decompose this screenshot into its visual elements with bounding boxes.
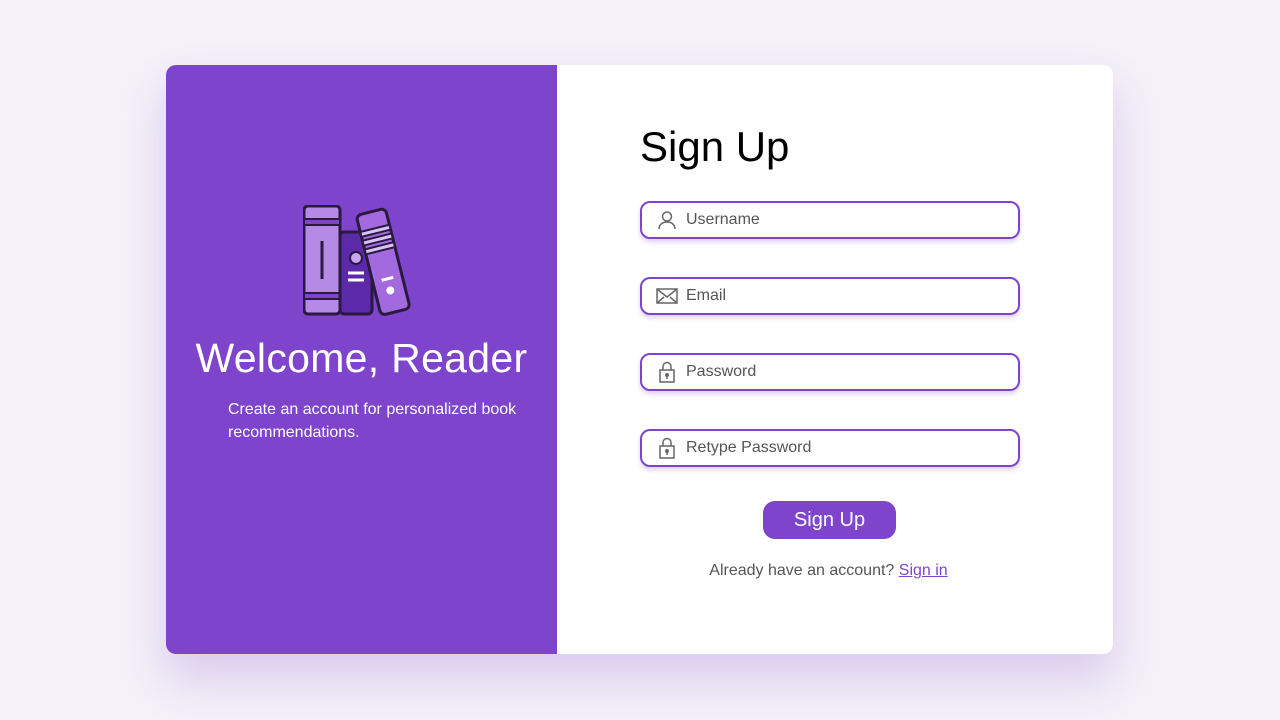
sign-in-link[interactable]: Sign in (899, 562, 948, 579)
form-title: Sign Up (640, 123, 790, 170)
signup-form-panel: Sign Up Username Email Sign Up Already h… (557, 65, 1113, 654)
username-input[interactable] (686, 211, 1006, 229)
signin-prompt-text: Already have an account? (709, 562, 895, 579)
retype-password-field[interactable] (640, 429, 1020, 467)
books-icon (303, 205, 411, 316)
email-input[interactable] (686, 287, 1006, 305)
user-icon (656, 209, 678, 231)
username-field[interactable] (640, 201, 1020, 239)
signin-prompt: Already have an account? Sign in (557, 562, 1100, 580)
welcome-subtitle: Create an account for personalized book … (228, 401, 517, 441)
retype-password-input[interactable] (686, 439, 1006, 457)
password-input[interactable] (686, 363, 1006, 381)
sign-up-button[interactable]: Sign Up (763, 501, 896, 539)
lock-icon (656, 361, 678, 383)
lock-icon (656, 437, 678, 459)
envelope-icon (656, 285, 678, 307)
password-field[interactable] (640, 353, 1020, 391)
email-field[interactable] (640, 277, 1020, 315)
welcome-heading: Welcome, Reader (195, 335, 528, 381)
welcome-panel: Welcome, Reader Create an account for pe… (166, 65, 557, 654)
signup-card: Welcome, Reader Create an account for pe… (166, 65, 1113, 654)
